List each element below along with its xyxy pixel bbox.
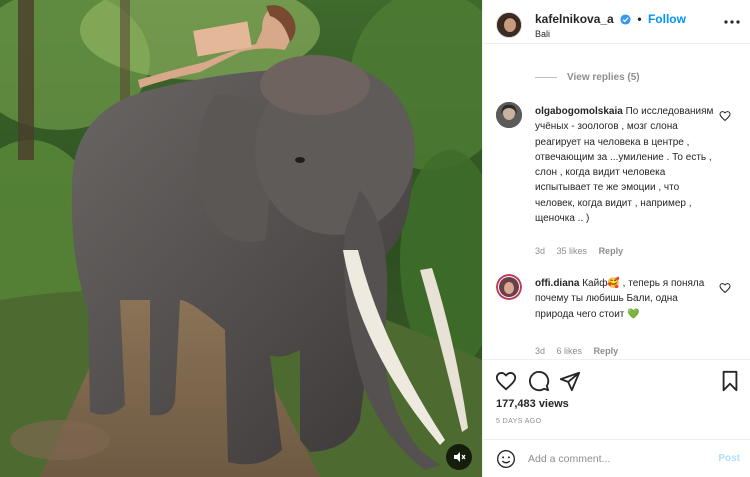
comment-bubble-icon[interactable] <box>528 370 550 392</box>
commenter-avatar[interactable] <box>496 274 522 300</box>
reply-button[interactable]: Reply <box>599 246 624 256</box>
comment-meta: 3d 35 likes Reply <box>535 246 632 256</box>
comment-likes[interactable]: 6 likes <box>557 346 583 356</box>
commenter-avatar[interactable] <box>496 102 522 128</box>
post-photo[interactable] <box>0 0 482 477</box>
comment-meta: 3d 6 likes Reply <box>535 346 627 356</box>
comment-text: По исследованиям учёных - зоологов , моз… <box>535 106 714 225</box>
post-header: kafelnikova_a • Follow Bali <box>483 0 750 44</box>
like-comment-heart-icon[interactable] <box>719 110 731 122</box>
view-count[interactable]: 177,483 views <box>496 398 569 410</box>
paper-plane-icon[interactable] <box>559 370 581 392</box>
post-side-panel: kafelnikova_a • Follow Bali View replies… <box>482 0 750 477</box>
author-line: kafelnikova_a • Follow <box>535 12 686 26</box>
view-replies-label: View replies (5) <box>567 72 640 83</box>
author-avatar[interactable] <box>496 12 522 38</box>
comment-likes[interactable]: 35 likes <box>557 246 588 256</box>
comment-age: 3d <box>535 246 546 256</box>
smiley-icon[interactable] <box>496 449 516 469</box>
more-options-icon[interactable] <box>723 17 741 27</box>
commenter-username[interactable]: offi.diana <box>535 278 579 289</box>
mute-button[interactable] <box>446 444 472 470</box>
replies-divider-line <box>535 76 557 78</box>
view-replies-button[interactable]: View replies (5) <box>535 72 640 83</box>
add-comment-bar: Post <box>483 439 750 477</box>
verified-badge-icon <box>620 14 631 25</box>
commenter-username[interactable]: olgabogomolskaia <box>535 106 623 117</box>
avatar-image <box>496 274 522 300</box>
bookmark-icon[interactable] <box>719 370 741 392</box>
avatar-image <box>497 13 521 37</box>
follow-button[interactable]: Follow <box>648 12 686 26</box>
post-comment-button[interactable]: Post <box>718 453 740 464</box>
elephant-photo-illustration <box>0 0 482 477</box>
post-actions: 177,483 views 5 DAYS AGO <box>483 359 750 439</box>
post-location[interactable]: Bali <box>535 29 550 39</box>
comment-age: 3d <box>535 346 546 356</box>
add-comment-input[interactable] <box>528 449 698 469</box>
avatar-image <box>496 102 522 128</box>
like-comment-heart-icon[interactable] <box>719 282 731 294</box>
comment-body: olgabogomolskaia По исследованиям учёных… <box>535 104 715 226</box>
speaker-muted-icon <box>454 452 466 462</box>
heart-icon[interactable] <box>495 370 517 392</box>
reply-button[interactable]: Reply <box>594 346 619 356</box>
author-username[interactable]: kafelnikova_a <box>535 12 614 26</box>
post-timestamp[interactable]: 5 DAYS AGO <box>496 418 542 425</box>
comments-list[interactable]: View replies (5) olgabogomolskaia По исс… <box>483 44 750 359</box>
comment-body: offi.diana Кайф🥰 , теперь я поняла почем… <box>535 276 715 322</box>
separator-dot: • <box>637 12 642 26</box>
